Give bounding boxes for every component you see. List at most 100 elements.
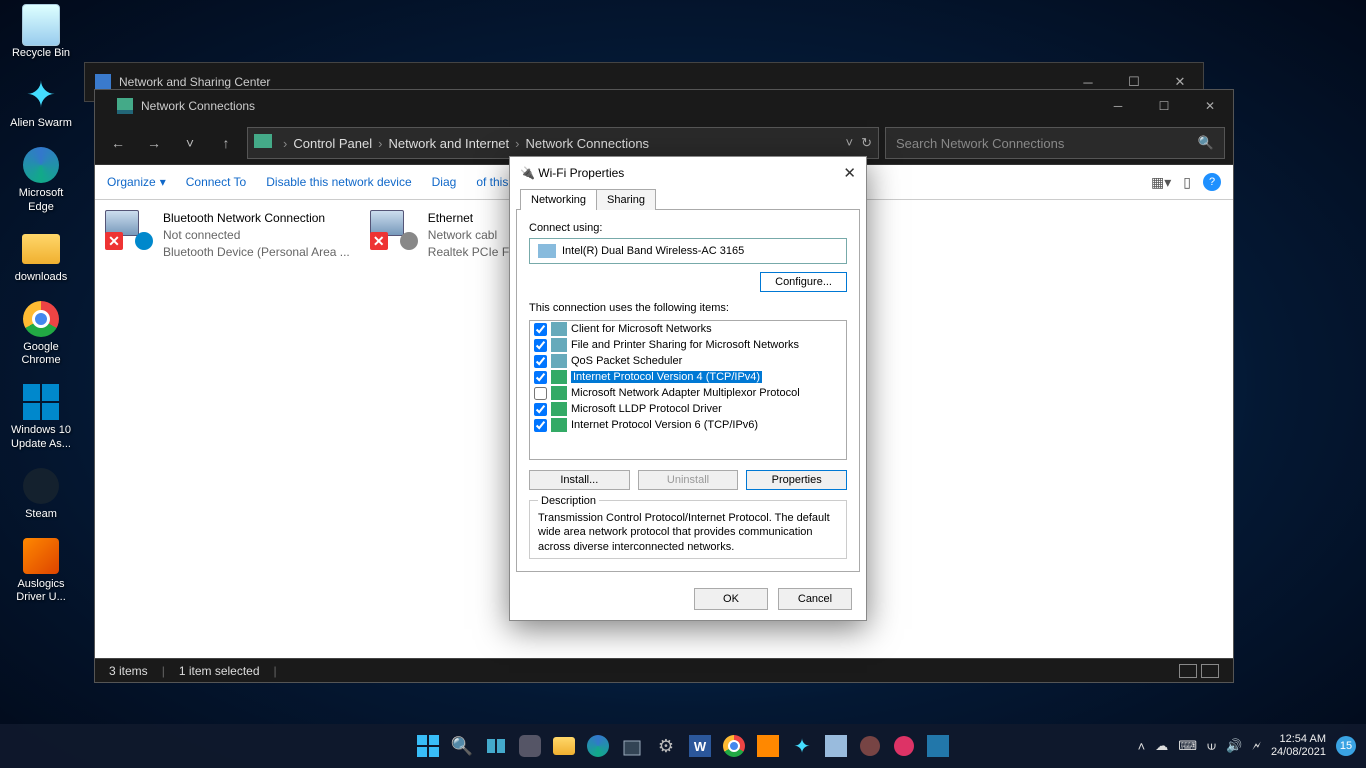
- item-label: QoS Packet Scheduler: [571, 355, 682, 367]
- tab-networking[interactable]: Networking: [520, 189, 597, 210]
- onedrive-icon[interactable]: ☁: [1155, 738, 1168, 754]
- desktop-icon-edge[interactable]: Microsoft Edge: [5, 145, 77, 213]
- list-item[interactable]: QoS Packet Scheduler: [530, 353, 846, 369]
- view-options-button[interactable]: ▦▾: [1151, 174, 1171, 191]
- close-button[interactable]: ✕: [1187, 91, 1233, 121]
- address-dropdown-button[interactable]: ˅: [846, 135, 854, 151]
- breadcrumb[interactable]: Network Connections: [523, 136, 653, 151]
- address-bar[interactable]: › Control Panel › Network and Internet ›…: [247, 127, 879, 159]
- list-item[interactable]: Internet Protocol Version 6 (TCP/IPv6): [530, 417, 846, 433]
- ok-button[interactable]: OK: [694, 588, 768, 610]
- breadcrumb[interactable]: Control Panel: [290, 136, 375, 151]
- desktop-icon-w10[interactable]: Windows 10 Update As...: [5, 382, 77, 450]
- explorer-button[interactable]: [550, 732, 578, 760]
- nav-forward-button[interactable]: →: [139, 128, 169, 158]
- chrome-button[interactable]: .tic .chrome:after{inset:5px;border-widt…: [720, 732, 748, 760]
- app-button[interactable]: [924, 732, 952, 760]
- list-item[interactable]: File and Printer Sharing for Microsoft N…: [530, 337, 846, 353]
- cancel-button[interactable]: Cancel: [778, 588, 852, 610]
- desktop-icon-chrome[interactable]: Google Chrome: [5, 299, 77, 367]
- item-label: File and Printer Sharing for Microsoft N…: [571, 339, 799, 351]
- items-listbox[interactable]: Client for Microsoft Networks File and Pr…: [529, 320, 847, 460]
- tab-sharing[interactable]: Sharing: [596, 189, 656, 210]
- desktop-icons: Recycle Bin ✦Alien Swarm Microsoft Edge …: [5, 5, 85, 619]
- item-checkbox[interactable]: [534, 339, 547, 352]
- item-checkbox[interactable]: [534, 371, 547, 384]
- status-selected: 1 item selected: [179, 664, 260, 678]
- search-placeholder: Search Network Connections: [896, 136, 1064, 151]
- app-icon: [95, 74, 111, 90]
- list-item[interactable]: Microsoft Network Adapter Multiplexor Pr…: [530, 385, 846, 401]
- close-button[interactable]: ✕: [843, 164, 856, 182]
- app-button[interactable]: ✦: [788, 732, 816, 760]
- protocol-icon: [551, 322, 567, 336]
- protocol-icon: [551, 338, 567, 352]
- wifi-properties-dialog: 🔌 Wi-Fi Properties ✕ Networking Sharing …: [509, 156, 867, 621]
- item-checkbox[interactable]: [534, 387, 547, 400]
- app-button[interactable]: [822, 732, 850, 760]
- nav-up-button[interactable]: ↑: [211, 128, 241, 158]
- volume-icon[interactable]: 🔊: [1226, 738, 1242, 754]
- word-button[interactable]: W: [686, 732, 714, 760]
- notifications-badge[interactable]: 15: [1336, 736, 1356, 756]
- keyboard-icon[interactable]: ⌨: [1178, 738, 1197, 754]
- battery-icon[interactable]: 🗲: [1252, 738, 1261, 754]
- list-item[interactable]: Microsoft LLDP Protocol Driver: [530, 401, 846, 417]
- disable-device-button[interactable]: Disable this network device: [266, 175, 411, 189]
- properties-button[interactable]: Properties: [746, 470, 847, 490]
- item-checkbox[interactable]: [534, 323, 547, 336]
- address-icon: [254, 134, 272, 152]
- item-checkbox[interactable]: [534, 403, 547, 416]
- minimize-button[interactable]: ─: [1095, 91, 1141, 121]
- connect-using-label: Connect using:: [529, 222, 847, 234]
- nav-recent-button[interactable]: ˅: [175, 128, 205, 158]
- list-item[interactable]: Internet Protocol Version 4 (TCP/IPv4): [530, 369, 846, 385]
- connection-status: Network cabl: [428, 227, 509, 244]
- desktop-icon-auslogics[interactable]: Auslogics Driver U...: [5, 536, 77, 604]
- adapter-icon: [538, 244, 556, 258]
- view-details-button[interactable]: [1179, 664, 1197, 678]
- preview-pane-button[interactable]: ▯: [1183, 174, 1191, 191]
- configure-button[interactable]: Configure...: [760, 272, 847, 292]
- organize-button[interactable]: Organize ▾: [107, 175, 166, 189]
- store-button[interactable]: [618, 732, 646, 760]
- nav-back-button[interactable]: ←: [103, 128, 133, 158]
- search-button[interactable]: 🔍: [448, 732, 476, 760]
- search-input[interactable]: Search Network Connections 🔍: [885, 127, 1225, 159]
- app-button[interactable]: [890, 732, 918, 760]
- connection-bluetooth[interactable]: ✕ Bluetooth Network Connection Not conne…: [105, 210, 350, 648]
- maximize-button[interactable]: ☐: [1141, 91, 1187, 121]
- view-icons-button[interactable]: [1201, 664, 1219, 678]
- disconnected-icon: ✕: [370, 232, 388, 250]
- desktop-icon-downloads[interactable]: downloads: [5, 229, 77, 284]
- refresh-button[interactable]: ↻: [861, 135, 872, 151]
- task-view-button[interactable]: [482, 732, 510, 760]
- install-button[interactable]: Install...: [529, 470, 630, 490]
- wifi-icon[interactable]: ⟒: [1207, 738, 1216, 754]
- desktop-icon-recycle[interactable]: Recycle Bin: [5, 5, 77, 60]
- diagnose-button[interactable]: Diag: [432, 175, 457, 189]
- item-checkbox[interactable]: [534, 419, 547, 432]
- adapter-field[interactable]: Intel(R) Dual Band Wireless-AC 3165: [529, 238, 847, 264]
- breadcrumb[interactable]: Network and Internet: [385, 136, 512, 151]
- connection-ethernet[interactable]: ✕ Ethernet Network cabl Realtek PCIe F: [370, 210, 509, 648]
- desktop-icon-alien[interactable]: ✦Alien Swarm: [5, 75, 77, 130]
- clock[interactable]: 12:54 AM 24/08/2021: [1271, 733, 1326, 759]
- date-text: 24/08/2021: [1271, 746, 1326, 759]
- edge-button[interactable]: [584, 732, 612, 760]
- tray-overflow-button[interactable]: ˄: [1138, 739, 1146, 754]
- desktop-icon-steam[interactable]: Steam: [5, 466, 77, 521]
- app-icon: [117, 98, 133, 114]
- start-button[interactable]: [414, 732, 442, 760]
- app-button[interactable]: [754, 732, 782, 760]
- connect-to-button[interactable]: Connect To: [186, 175, 247, 189]
- settings-button[interactable]: ⚙: [652, 732, 680, 760]
- help-button[interactable]: ?: [1203, 173, 1221, 191]
- widgets-button[interactable]: [516, 732, 544, 760]
- status-bar: 3 items | 1 item selected |: [95, 658, 1233, 682]
- list-item[interactable]: Client for Microsoft Networks: [530, 321, 846, 337]
- item-label: Microsoft LLDP Protocol Driver: [571, 403, 722, 415]
- item-checkbox[interactable]: [534, 355, 547, 368]
- app-button[interactable]: [856, 732, 884, 760]
- usb-icon: 🔌: [520, 166, 535, 180]
